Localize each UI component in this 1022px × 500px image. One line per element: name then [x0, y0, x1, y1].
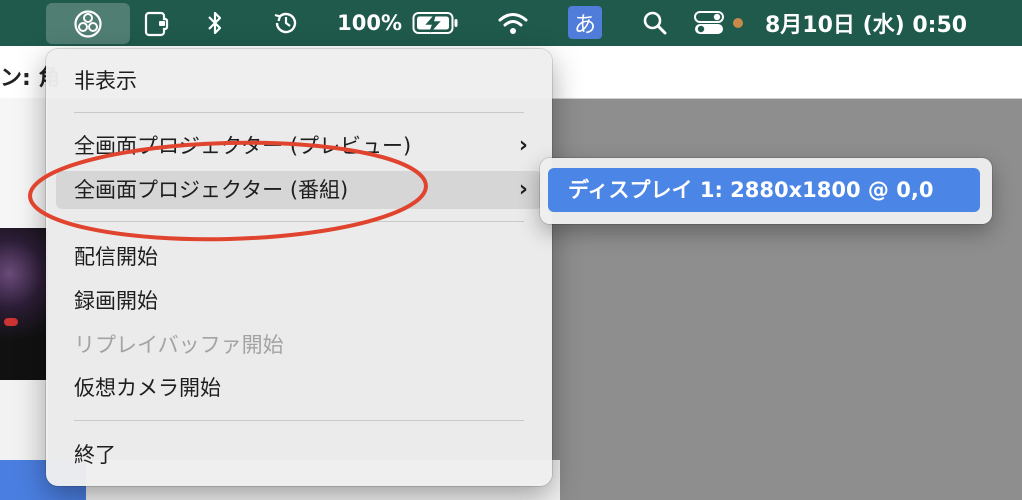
menu-item-start-virtual-camera[interactable]: 仮想カメラ開始 — [56, 369, 542, 407]
menu-item-start-replay-buffer: リプレイバッファ開始 — [56, 326, 542, 364]
projector-display-submenu: ディスプレイ 1: 2880x1800 @ 0,0 — [540, 158, 992, 224]
obs-status-menu: 非表示 全画面プロジェクター (プレビュー) › 全画面プロジェクター (番組)… — [46, 49, 552, 486]
wallet-menu-extra[interactable] — [140, 0, 174, 46]
menu-item-hide[interactable]: 非表示 — [56, 62, 542, 100]
background-panel — [0, 380, 48, 460]
menu-item-quit[interactable]: 終了 — [56, 436, 542, 474]
menu-separator — [74, 221, 524, 222]
input-method-indicator[interactable]: あ — [568, 6, 602, 39]
menu-item-label: 全画面プロジェクター (番組) — [74, 178, 349, 202]
search-icon — [643, 11, 667, 35]
bluetooth-menu-extra[interactable] — [200, 0, 230, 46]
battery-percentage: 100% — [337, 11, 402, 35]
menu-item-fullscreen-projector-preview[interactable]: 全画面プロジェクター (プレビュー) › — [56, 127, 542, 165]
wifi-icon — [498, 13, 528, 34]
chevron-right-icon: › — [518, 177, 528, 202]
spotlight-menu-extra[interactable] — [638, 0, 672, 46]
menu-item-fullscreen-projector-program[interactable]: 全画面プロジェクター (番組) › — [56, 171, 542, 209]
chevron-right-icon: › — [518, 133, 528, 158]
menu-item-label: 終了 — [74, 443, 116, 467]
mic-in-use-indicator — [733, 18, 743, 28]
menu-item-label: 録画開始 — [74, 289, 158, 313]
battery-charging-icon — [412, 12, 458, 34]
menu-separator — [74, 112, 524, 113]
menu-item-label: リプレイバッファ開始 — [74, 333, 284, 357]
time-machine-icon — [274, 12, 297, 34]
obs-icon — [74, 9, 102, 38]
menu-item-label: 仮想カメラ開始 — [74, 376, 221, 400]
menubar-clock[interactable]: 8月10日 (水) 0:50 — [765, 0, 985, 46]
background-panel — [0, 98, 48, 228]
menu-item-start-recording[interactable]: 録画開始 — [56, 282, 542, 320]
obs-menu-extra[interactable] — [46, 3, 130, 44]
submenu-item-display-1[interactable]: ディスプレイ 1: 2880x1800 @ 0,0 — [548, 168, 980, 212]
time-machine-menu-extra[interactable] — [266, 0, 306, 46]
menu-separator — [74, 420, 524, 421]
wallet-icon — [144, 11, 169, 37]
battery-menu-extra[interactable] — [410, 0, 462, 46]
menu-bar: 100% あ 8月10日 (水) 0:50 — [0, 0, 1022, 46]
menu-item-label: 配信開始 — [74, 245, 158, 269]
menu-item-start-streaming[interactable]: 配信開始 — [56, 238, 542, 276]
wifi-menu-extra[interactable] — [494, 0, 532, 46]
control-center-menu-extra[interactable] — [690, 0, 728, 46]
control-center-icon — [694, 11, 724, 34]
bluetooth-icon — [208, 11, 222, 35]
menu-item-label: 全画面プロジェクター (プレビュー) — [74, 134, 412, 158]
background-thumbnail — [0, 228, 48, 380]
menu-item-label: 非表示 — [74, 69, 137, 93]
